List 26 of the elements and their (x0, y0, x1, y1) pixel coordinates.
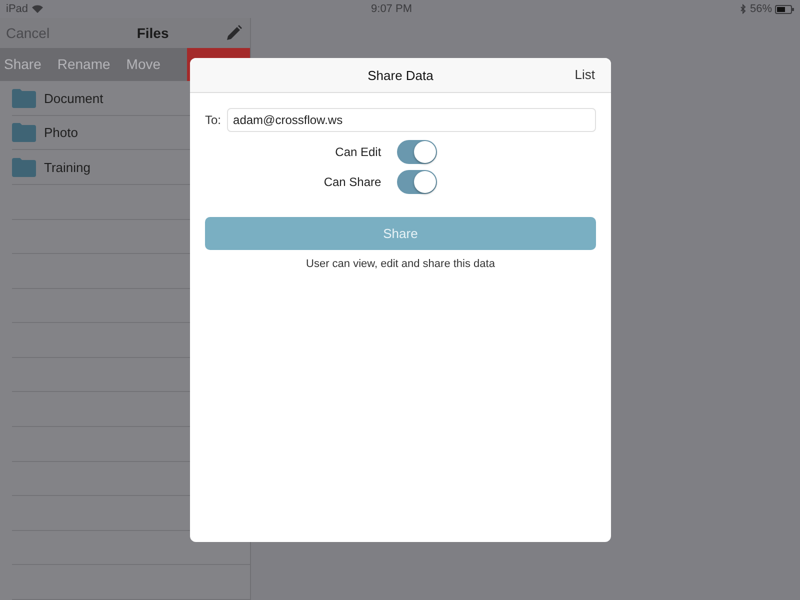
dialog-title: Share Data (368, 68, 434, 82)
share-note: User can view, edit and share this data (306, 258, 495, 270)
wifi-icon (32, 5, 44, 13)
toggle-label: Can Edit (335, 145, 382, 159)
to-label: To: (205, 113, 222, 127)
action-button[interactable]: Share (0, 48, 54, 82)
folder-name[interactable]: Document (44, 90, 104, 106)
panel-title: Files (136, 24, 169, 41)
toggle-switch[interactable] (397, 170, 438, 194)
device-name: iPad (6, 3, 28, 15)
action-button[interactable]: Rename (53, 48, 122, 82)
battery-icon (775, 4, 794, 14)
folder-icon (12, 88, 36, 108)
folder-name[interactable]: Training (44, 160, 90, 175)
list-button[interactable]: List (574, 67, 595, 82)
folder-icon (12, 123, 36, 142)
clock-time: 9:07 PM (371, 3, 412, 15)
pencil-icon[interactable] (226, 24, 242, 41)
bluetooth-icon (740, 4, 746, 14)
action-button[interactable]: Move (122, 48, 173, 82)
folder-icon (12, 158, 36, 177)
toggle-label: Can Share (324, 175, 382, 189)
email-field[interactable]: adam@crossflow.ws (227, 108, 596, 132)
folder-name[interactable]: Photo (44, 125, 78, 140)
toggle-switch[interactable] (397, 140, 438, 164)
battery-percent: 56% (750, 3, 772, 15)
